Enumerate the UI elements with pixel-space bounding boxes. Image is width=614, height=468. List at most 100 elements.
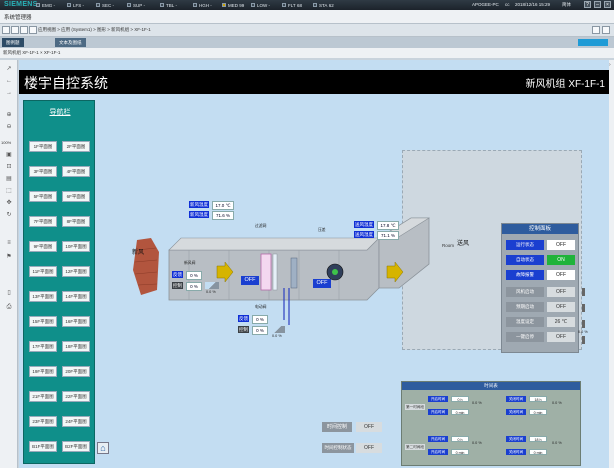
home-button[interactable] xyxy=(20,26,28,34)
g1-off-min[interactable]: 0 min xyxy=(529,409,547,415)
supply-hum-value[interactable]: 71.1 % xyxy=(377,231,399,240)
cp-slider-handle-2[interactable] xyxy=(582,304,585,312)
cp-slider-handle-3[interactable] xyxy=(582,320,585,328)
language-selector[interactable]: 简体 xyxy=(562,2,571,8)
status-flt[interactable]: FLT 68 xyxy=(282,2,302,8)
rotate-icon[interactable]: ↻ xyxy=(5,212,13,219)
nav-20f[interactable]: 20F平面图 xyxy=(62,366,90,377)
filter-state[interactable]: OFF xyxy=(241,276,259,285)
list-icon[interactable]: ≡ xyxy=(5,240,13,247)
cp-scheduled-start-value[interactable]: OFF xyxy=(547,302,575,312)
nav-24f[interactable]: 24F平面图 xyxy=(62,416,90,427)
status-sec[interactable]: SEC - xyxy=(96,2,114,8)
zoom-fit-icon[interactable]: ▣ xyxy=(5,152,13,159)
nav-16f[interactable]: 16F平面图 xyxy=(62,316,90,327)
cp-fan-start-value[interactable]: OFF xyxy=(547,287,575,297)
close-icon[interactable]: × xyxy=(604,1,611,8)
nav-15f[interactable]: 15F平面图 xyxy=(29,316,57,327)
document-tab[interactable]: 新风机组 XF-1F-1 × XF-1F-1 xyxy=(0,48,614,58)
nav-22f[interactable]: 22F平面图 xyxy=(62,391,90,402)
g2-on-min[interactable]: 0 min xyxy=(451,449,469,455)
status-med[interactable]: MED 99 xyxy=(222,2,244,8)
fan-state[interactable]: OFF xyxy=(313,279,331,288)
nav-12f[interactable]: 12F平面图 xyxy=(62,266,90,277)
document-icon[interactable]: ▯ xyxy=(5,290,13,297)
g1-on-h[interactable]: 0 h xyxy=(451,396,469,402)
back-button[interactable] xyxy=(2,26,10,34)
pin-button[interactable] xyxy=(592,26,600,34)
print-icon[interactable]: ⎙ xyxy=(5,304,13,311)
supply-hum-label: 送风湿度 xyxy=(354,231,374,238)
cp-slider-handle-1[interactable] xyxy=(582,288,585,296)
nav-10f[interactable]: 10F平面图 xyxy=(62,241,90,252)
nav-b1f[interactable]: B1F平面图 xyxy=(29,441,57,452)
nav-21f[interactable]: 21F平面图 xyxy=(29,391,57,402)
g2-off-min-label: 关闭时间 xyxy=(506,449,526,455)
move-left-icon[interactable]: ← xyxy=(5,78,13,85)
status-sta[interactable]: STA 62 xyxy=(313,2,334,8)
valve-control-value[interactable]: 0 % xyxy=(252,326,268,335)
status-tbl[interactable]: TBL - xyxy=(160,2,177,8)
nav-4f[interactable]: 4F平面图 xyxy=(62,166,90,177)
status-emg[interactable]: EMG - xyxy=(36,2,55,8)
expand-button[interactable] xyxy=(602,26,610,34)
supply-temp-value[interactable]: 17.8 ℃ xyxy=(377,221,399,230)
valve-slider[interactable] xyxy=(271,326,285,333)
zoom-in-icon[interactable]: ⊕ xyxy=(5,112,13,119)
status-hgh[interactable]: HGH - xyxy=(193,2,212,8)
home-icon[interactable]: ⌂ xyxy=(97,442,109,454)
g1-on-min-label: 开启时间 xyxy=(428,409,448,415)
nav-14f[interactable]: 14F平面图 xyxy=(62,291,90,302)
nav-7f[interactable]: 7F平面图 xyxy=(29,216,57,227)
outdoor-temp-value[interactable]: 17.0 ℃ xyxy=(212,201,234,210)
tab-text-drawings[interactable]: 文本及图纸 xyxy=(55,38,86,47)
g1-off-h[interactable]: 18 h xyxy=(529,396,547,402)
status-sup[interactable]: SUP - xyxy=(127,2,145,8)
nav-6f[interactable]: 6F平面图 xyxy=(62,191,90,202)
nav-11f[interactable]: 11F平面图 xyxy=(29,266,57,277)
layer-icon[interactable]: ▤ xyxy=(5,176,13,183)
cp-temp-setpoint-value[interactable]: 26 ℃ xyxy=(547,317,575,327)
pointer-icon[interactable]: ↗ xyxy=(5,66,13,73)
nav-8f[interactable]: 8F平面图 xyxy=(62,216,90,227)
nav-13f[interactable]: 13F平面图 xyxy=(29,291,57,302)
time-control-value[interactable]: OFF xyxy=(356,422,382,432)
flag-icon[interactable]: ⚑ xyxy=(5,254,13,261)
valve-feedback-value[interactable]: 0 % xyxy=(252,315,268,324)
select-area-icon[interactable]: ⬚ xyxy=(5,188,13,195)
history-button[interactable] xyxy=(29,26,37,34)
nav-23f[interactable]: 23F平面图 xyxy=(29,416,57,427)
minimize-icon[interactable]: – xyxy=(594,1,601,8)
g2-off-h[interactable]: 18 h xyxy=(529,436,547,442)
g2-on-h[interactable]: 0 h xyxy=(451,436,469,442)
nav-19f[interactable]: 19F平面图 xyxy=(29,366,57,377)
damper-feedback-value[interactable]: 0 % xyxy=(186,271,202,280)
damper-slider[interactable] xyxy=(205,282,219,289)
nav-2f[interactable]: 2F平面图 xyxy=(62,141,90,152)
nav-1f[interactable]: 1F平面图 xyxy=(29,141,57,152)
status-low[interactable]: LOW - xyxy=(251,2,270,8)
nav-5f[interactable]: 5F平面图 xyxy=(29,191,57,202)
forward-button[interactable] xyxy=(11,26,19,34)
nav-9f[interactable]: 9F平面图 xyxy=(29,241,57,252)
tab-legend[interactable]: 图例题 xyxy=(2,38,24,47)
status-lfs[interactable]: LFS - xyxy=(67,2,84,8)
zoom-out-icon[interactable]: ⊖ xyxy=(5,124,13,131)
g1-on-min[interactable]: 0 min xyxy=(451,409,469,415)
breadcrumb[interactable]: 应用视图 > 应用 (System1) > 图形 > 新风机组 > XF-1F-… xyxy=(38,27,151,33)
nav-18f[interactable]: 18F平面图 xyxy=(62,341,90,352)
g2-off-min[interactable]: 0 min xyxy=(529,449,547,455)
move-right-icon[interactable]: → xyxy=(5,90,13,97)
nav-b2f[interactable]: B2F平面图 xyxy=(62,441,90,452)
damper-control-value[interactable]: 0 % xyxy=(186,282,202,291)
graphic-header: 楼宇自控系统 新风机组 XF-1F-1 xyxy=(19,70,609,94)
cp-one-key-value[interactable]: OFF xyxy=(547,332,575,342)
nav-3f[interactable]: 3F平面图 xyxy=(29,166,57,177)
cp-slider-handle-4[interactable] xyxy=(582,336,585,344)
chevron-right-icon[interactable]: › xyxy=(609,62,611,68)
outdoor-hum-value[interactable]: 71.6 % xyxy=(212,211,234,220)
pan-icon[interactable]: ✥ xyxy=(5,200,13,207)
nav-17f[interactable]: 17F平面图 xyxy=(29,341,57,352)
zoom-window-icon[interactable]: ⊡ xyxy=(5,164,13,171)
help-icon[interactable]: ? xyxy=(584,1,591,8)
